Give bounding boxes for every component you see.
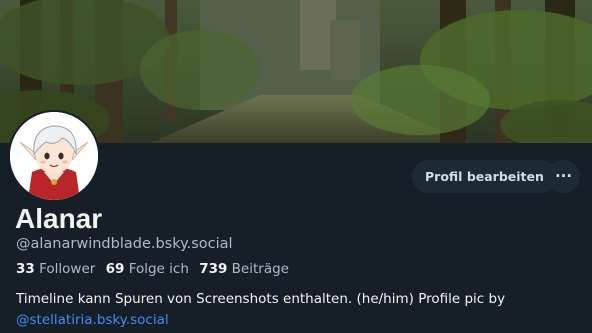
more-options-button[interactable]: ··· [547,160,580,193]
posts-label: Beiträge [231,261,289,277]
profile-handle: @alanarwindblade.bsky.social [16,236,233,252]
bio-text: Timeline kann Spuren von Screenshots ent… [16,291,506,307]
forest-banner-image [0,0,592,143]
followers-stat[interactable]: 33 Follower [16,261,95,277]
posts-count: 739 [199,261,228,277]
following-label: Folge ich [128,261,189,277]
profile-stats: 33 Follower 69 Folge ich 739 Beiträge [16,260,295,278]
profile-banner[interactable] [0,0,592,143]
following-count: 69 [105,261,125,277]
profile-bio: Timeline kann Spuren von Screenshots ent… [16,289,581,331]
posts-stat: 739 Beiträge [199,261,289,277]
avatar[interactable] [8,110,100,202]
following-stat[interactable]: 69 Folge ich [106,261,189,277]
bio-mention-link[interactable]: @stellatiria.bsky.social [16,312,169,328]
followers-count: 33 [16,261,35,277]
ellipsis-icon: ··· [554,167,573,185]
edit-profile-button[interactable]: Profil bearbeiten [412,160,557,193]
display-name: Alanar [15,203,103,234]
followers-label: Follower [39,261,96,277]
elf-avatar-image [10,112,98,200]
